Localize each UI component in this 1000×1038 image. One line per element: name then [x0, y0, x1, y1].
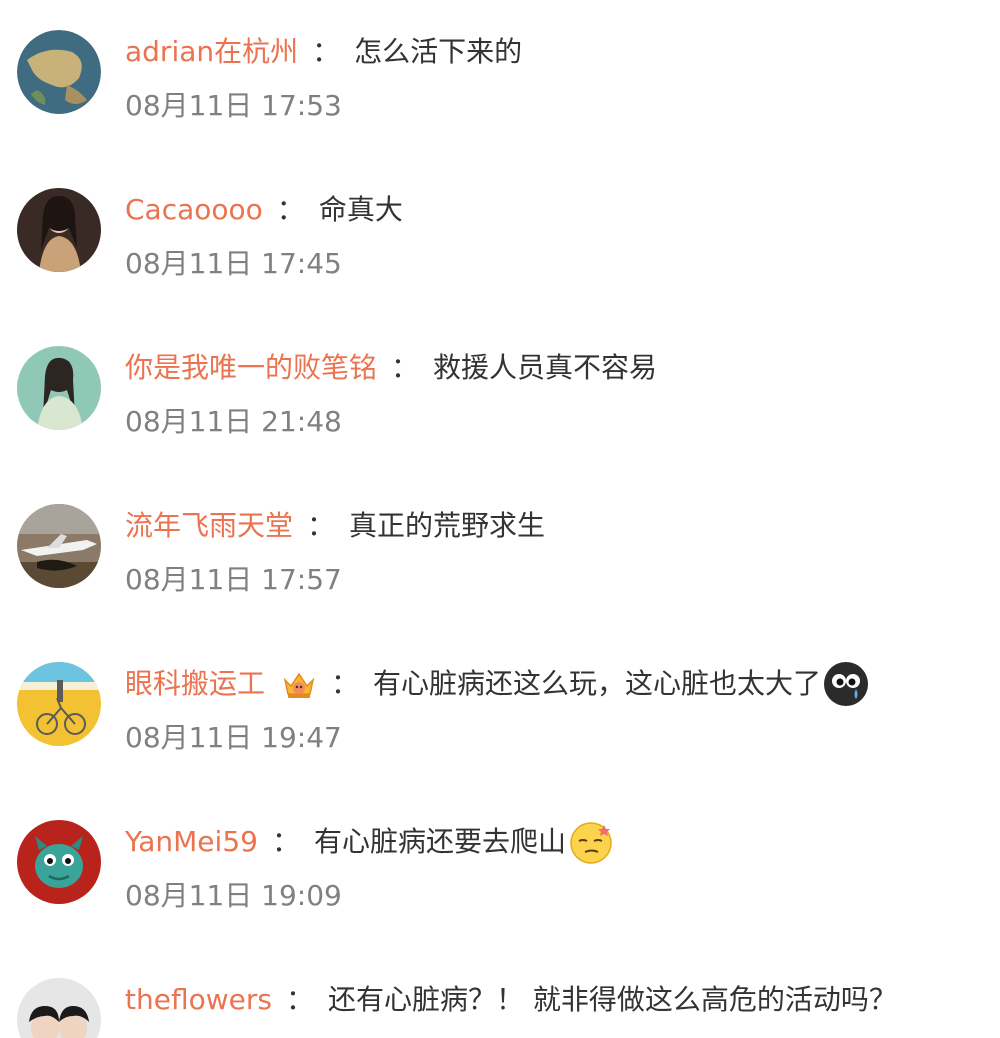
username-link[interactable]: 你是我唯一的败笔铭 — [125, 348, 377, 388]
avatar[interactable] — [17, 978, 101, 1038]
comment-text: 还有心脏病？！ 就非得做这么高危的活动吗？ — [327, 983, 897, 1016]
comment-timestamp: 08月11日 21:48 — [125, 405, 342, 438]
username-link[interactable]: adrian在杭州 — [125, 32, 298, 72]
comment-timestamp: 08月11日 17:53 — [125, 89, 342, 122]
crying-face-emoji-icon — [823, 661, 869, 707]
comment-item: theflowers ： 还有心脏病？！ 就非得做这么高危的活动吗？ — [0, 948, 1000, 1038]
comment-timestamp: 08月11日 17:57 — [125, 563, 342, 596]
comment-text: 命真大 — [318, 193, 403, 226]
avatar[interactable] — [17, 504, 101, 588]
comment-item: YanMei59 ： 有心脏病还要去爬山 08月11日 19:09 — [0, 790, 1000, 930]
avatar[interactable] — [17, 30, 101, 114]
avatar[interactable] — [17, 820, 101, 904]
comment-item: Cacaoooo ： 命真大 08月11日 17:45 — [0, 158, 1000, 298]
username-link[interactable]: theflowers — [125, 980, 272, 1020]
username-link[interactable]: Cacaoooo — [125, 190, 263, 230]
avatar[interactable] — [17, 662, 101, 746]
crown-badge-icon — [281, 666, 317, 702]
comment-text: 有心脏病还这么玩，这心脏也太大了 — [373, 667, 822, 700]
comment-item: 你是我唯一的败笔铭 ： 救援人员真不容易 08月11日 21:48 — [0, 316, 1000, 456]
username-link[interactable]: YanMei59 — [125, 822, 258, 862]
comment-text: 有心脏病还要去爬山 — [313, 825, 566, 858]
username-link[interactable]: 流年飞雨天堂 — [125, 506, 293, 546]
separator-colon: ： — [307, 509, 336, 542]
comment-timestamp: 08月11日 19:47 — [125, 721, 342, 754]
comment-text: 救援人员真不容易 — [433, 351, 658, 384]
comment-item: 流年飞雨天堂 ： 真正的荒野求生 08月11日 17:57 — [0, 474, 1000, 614]
comment-item: adrian在杭州 ： 怎么活下来的 08月11日 17:53 — [0, 0, 1000, 140]
avatar[interactable] — [17, 188, 101, 272]
avatar[interactable] — [17, 346, 101, 430]
comment-timestamp: 08月11日 19:09 — [125, 879, 342, 912]
separator-colon: ： — [312, 35, 341, 68]
comment-text: 真正的荒野求生 — [349, 509, 546, 542]
username-link[interactable]: 眼科搬运工 — [125, 664, 265, 704]
dizzy-face-emoji-icon — [568, 819, 614, 865]
separator-colon: ： — [276, 193, 305, 226]
separator-colon: ： — [285, 983, 314, 1016]
comment-text: 怎么活下来的 — [354, 35, 523, 68]
separator-colon: ： — [331, 667, 360, 700]
separator-colon: ： — [391, 351, 420, 384]
comment-timestamp: 08月11日 17:45 — [125, 247, 342, 280]
separator-colon: ： — [271, 825, 300, 858]
comment-item: 眼科搬运工 ： 有心脏病还这么玩，这心脏也太大了 08月11日 19:47 — [0, 632, 1000, 772]
